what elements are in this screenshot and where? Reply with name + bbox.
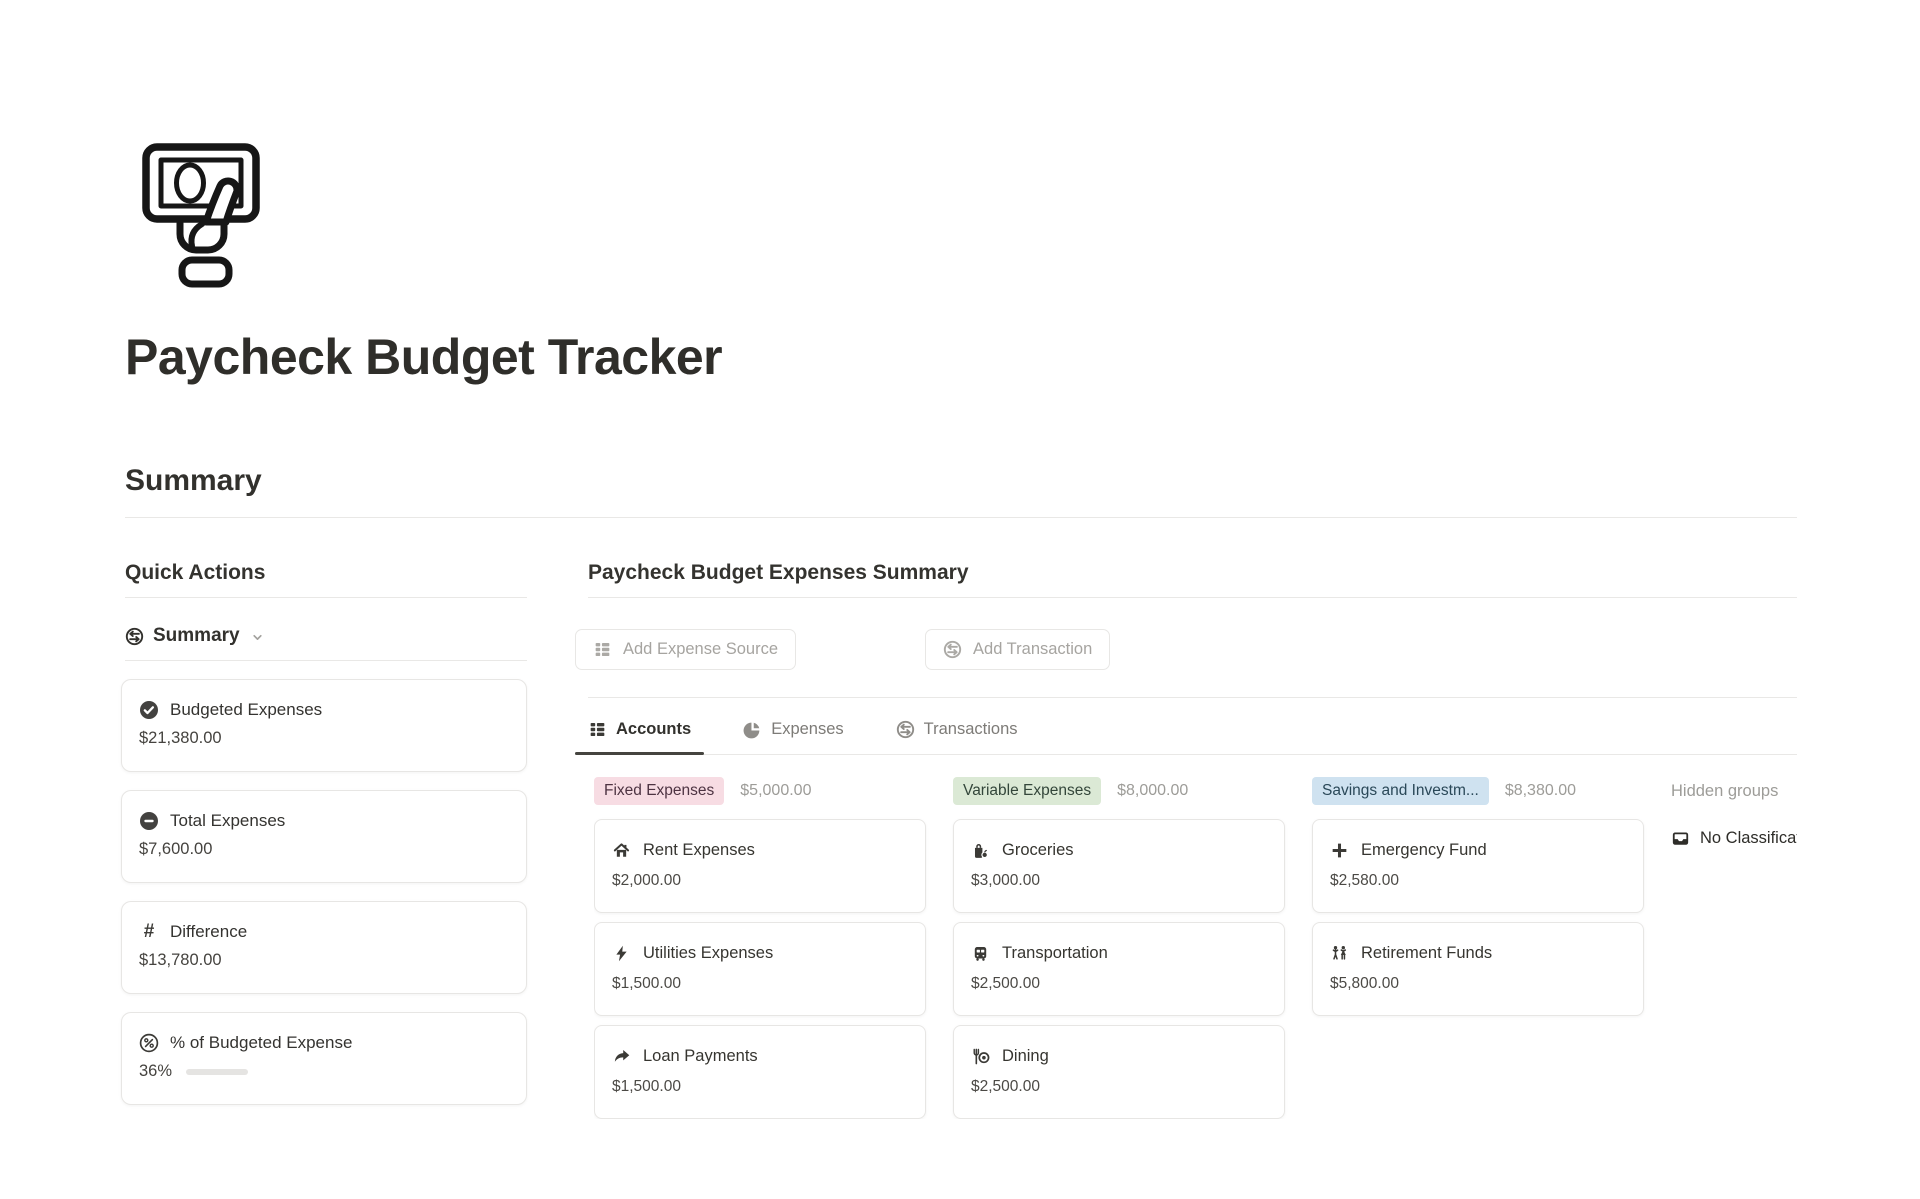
grocery-bag-icon [971,841,990,860]
quick-actions-panel: Quick Actions Summary Budgeted Expenses … [121,555,527,1105]
summary-card-total-expenses[interactable]: Total Expenses $7,600.00 [121,790,527,883]
card-title: Groceries [1002,841,1074,860]
card-value: $21,380.00 [139,729,506,748]
plus-icon [1330,841,1349,860]
pie-chart-icon [743,720,762,739]
summary-card-budgeted-expenses[interactable]: Budgeted Expenses $21,380.00 [121,679,527,772]
tab-label: Accounts [616,720,691,739]
bolt-icon [612,944,631,963]
bus-icon [971,944,990,963]
swap-circle-icon [125,627,144,646]
card-value: $2,500.00 [971,1078,1266,1096]
tab-expenses[interactable]: Expenses [730,708,856,754]
board-card-utilities-expenses[interactable]: Utilities Expenses $1,500.00 [594,922,926,1016]
column-badge[interactable]: Fixed Expenses [594,777,724,805]
button-label: Add Expense Source [623,640,778,659]
chevron-down-icon [250,630,265,645]
card-title: Loan Payments [643,1047,758,1066]
card-title: Transportation [1002,944,1108,963]
house-icon [612,841,631,860]
tab-label: Expenses [771,720,843,739]
summary-section-heading: Summary [125,464,262,498]
board-card-rent-expenses[interactable]: Rent Expenses $2,000.00 [594,819,926,913]
summary-card-difference[interactable]: # Difference $13,780.00 [121,901,527,994]
view-tabs: Accounts Expenses Transactions [575,708,1797,755]
add-expense-source-button[interactable]: Add Expense Source [575,629,796,670]
column-total: $8,000.00 [1117,782,1188,800]
card-value: $13,780.00 [139,951,506,970]
card-title: Budgeted Expenses [170,700,322,720]
divider [125,597,527,598]
column-total: $8,380.00 [1505,782,1576,800]
board-card-transportation[interactable]: Transportation $2,500.00 [953,922,1285,1016]
view-selector[interactable]: Summary [125,622,527,650]
card-value: $7,600.00 [139,840,506,859]
family-icon [1330,944,1349,963]
card-title: Difference [170,922,247,942]
card-title: Retirement Funds [1361,944,1492,963]
no-classification-label: No Classification [1700,829,1797,848]
card-value: $3,000.00 [971,872,1266,890]
card-value: 36% [139,1062,172,1081]
table-rows-icon [593,640,612,659]
board-card-groceries[interactable]: Groceries $3,000.00 [953,819,1285,913]
inbox-icon [1671,829,1690,848]
share-arrow-icon [612,1047,631,1066]
button-label: Add Transaction [973,640,1092,659]
board-column-savings-investments: Savings and Investm... $8,380.00 Emergen… [1312,777,1644,1119]
accounts-board: Fixed Expenses $5,000.00 Rent Expenses [594,777,1797,1119]
card-value: $5,800.00 [1330,975,1625,993]
expenses-summary-panel: Paycheck Budget Expenses Summary Add Exp… [588,555,1797,1119]
column-badge[interactable]: Variable Expenses [953,777,1101,805]
column-total: $5,000.00 [740,782,811,800]
card-title: Utilities Expenses [643,944,773,963]
card-value: $2,000.00 [612,872,907,890]
percent-circle-icon [139,1033,159,1053]
card-title: Total Expenses [170,811,285,831]
card-title: % of Budgeted Expense [170,1033,352,1053]
card-value: $1,500.00 [612,975,907,993]
column-badge[interactable]: Savings and Investm... [1312,777,1489,805]
view-selector-label: Summary [153,625,240,647]
hash-icon: # [139,922,159,942]
page-title: Paycheck Budget Tracker [125,328,722,386]
table-rows-icon [588,720,607,739]
expenses-summary-heading: Paycheck Budget Expenses Summary [588,561,1797,584]
board-card-retirement-funds[interactable]: Retirement Funds $5,800.00 [1312,922,1644,1016]
tab-label: Transactions [924,720,1018,739]
card-value: $1,500.00 [612,1078,907,1096]
card-value: $2,500.00 [971,975,1266,993]
tab-transactions[interactable]: Transactions [883,708,1031,754]
board-card-emergency-fund[interactable]: Emergency Fund $2,580.00 [1312,819,1644,913]
card-title: Dining [1002,1047,1049,1066]
summary-card-percent-budgeted[interactable]: % of Budgeted Expense 36% [121,1012,527,1105]
no-classification-item[interactable]: No Classification [1671,829,1797,848]
quick-actions-heading: Quick Actions [125,561,527,584]
divider [588,697,1797,698]
progress-bar [186,1069,248,1075]
board-column-variable-expenses: Variable Expenses $8,000.00 [953,777,1285,1119]
summary-divider [125,517,1797,518]
tab-accounts[interactable]: Accounts [575,708,704,754]
divider [588,597,1797,598]
add-transaction-button[interactable]: Add Transaction [925,629,1110,670]
divider [125,660,527,661]
swap-circle-icon [943,640,962,659]
card-title: Rent Expenses [643,841,755,860]
card-value: $2,580.00 [1330,872,1625,890]
hidden-groups-label[interactable]: Hidden groups [1671,782,1778,801]
check-circle-icon [139,700,159,720]
board-column-hidden-groups: Hidden groups No Classification [1671,777,1797,1119]
minus-circle-icon [139,811,159,831]
board-card-loan-payments[interactable]: Loan Payments $1,500.00 [594,1025,926,1119]
dining-icon [971,1047,990,1066]
money-in-hand-icon[interactable] [142,143,260,291]
swap-circle-icon [896,720,915,739]
board-card-dining[interactable]: Dining $2,500.00 [953,1025,1285,1119]
board-column-fixed-expenses: Fixed Expenses $5,000.00 Rent Expenses [594,777,926,1119]
card-title: Emergency Fund [1361,841,1487,860]
